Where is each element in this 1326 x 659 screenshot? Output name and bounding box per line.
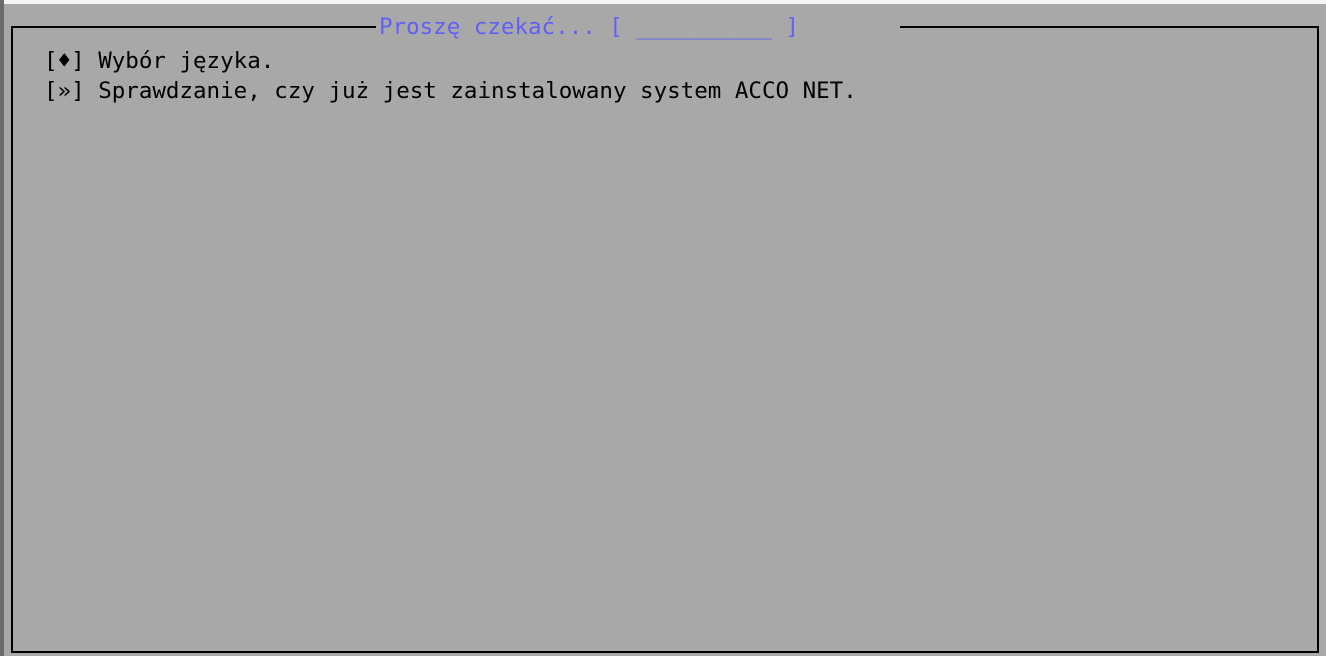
step-label: Sprawdzanie, czy już jest zainstalowany … bbox=[98, 78, 857, 104]
step-item-check-installed: [»] Sprawdzanie, czy już jest zainstalow… bbox=[44, 76, 857, 106]
installer-screen: Proszę czekać... [ __________ ] [♦] Wybó… bbox=[0, 0, 1326, 659]
progress-bar: __________ bbox=[622, 14, 786, 40]
dialog-frame-top-left bbox=[11, 26, 376, 28]
window-top-edge bbox=[0, 0, 1326, 4]
step-current-marker: [»] bbox=[44, 78, 85, 104]
progress-bracket-close: ] bbox=[785, 14, 799, 40]
dialog-frame-top-right bbox=[900, 26, 1319, 28]
step-item-language: [♦] Wybór języka. bbox=[44, 46, 274, 76]
dialog-title: Proszę czekać... [ __________ ] bbox=[379, 12, 799, 42]
step-label: Wybór języka. bbox=[98, 48, 275, 74]
progress-bracket-open: [ bbox=[609, 14, 623, 40]
step-done-marker: [♦] bbox=[44, 48, 85, 74]
dialog-frame bbox=[11, 26, 1319, 653]
dialog-title-text: Proszę czekać... bbox=[379, 14, 596, 40]
window-left-edge bbox=[0, 0, 4, 659]
